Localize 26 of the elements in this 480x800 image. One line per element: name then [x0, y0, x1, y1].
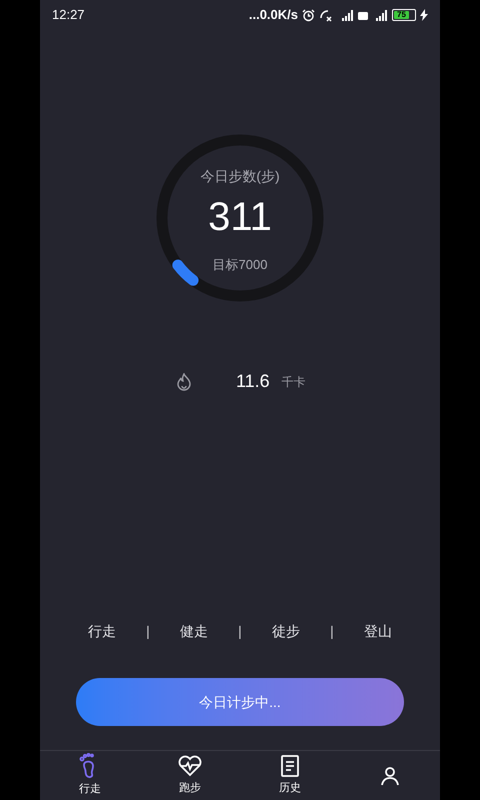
separator: | [146, 622, 150, 641]
mode-tab[interactable]: 行走 [88, 621, 116, 642]
alarm-icon [302, 8, 315, 22]
battery-level: 75 [397, 11, 406, 19]
charging-icon [420, 9, 428, 21]
call-icon [319, 8, 332, 22]
mode-tab[interactable]: 徒步 [272, 621, 300, 642]
separator: | [330, 622, 334, 641]
separator: | [238, 622, 242, 641]
mode-tab[interactable]: 登山 [364, 621, 392, 642]
step-counting-button[interactable]: 今日计步中... [76, 678, 404, 726]
document-icon [279, 754, 301, 778]
status-time: 12:27 [52, 6, 85, 24]
mode-tab[interactable]: 健走 [180, 621, 208, 642]
steps-title: 今日步数(步) [200, 167, 280, 186]
heart-pulse-icon [177, 754, 203, 778]
nav-tab[interactable]: 行走 [40, 751, 140, 800]
calorie-value: 11.6 [236, 370, 270, 393]
hd-signal-icon [358, 8, 388, 22]
calorie-unit: 千卡 [282, 374, 306, 390]
network-speed: ...0.0K/s [248, 6, 298, 24]
flame-icon [176, 372, 192, 390]
step-count: 311 [208, 194, 272, 241]
nav-tab[interactable]: 跑步 [140, 751, 240, 800]
nav-tab[interactable]: 历史 [240, 751, 340, 800]
step-goal: 目标7000 [212, 256, 268, 274]
